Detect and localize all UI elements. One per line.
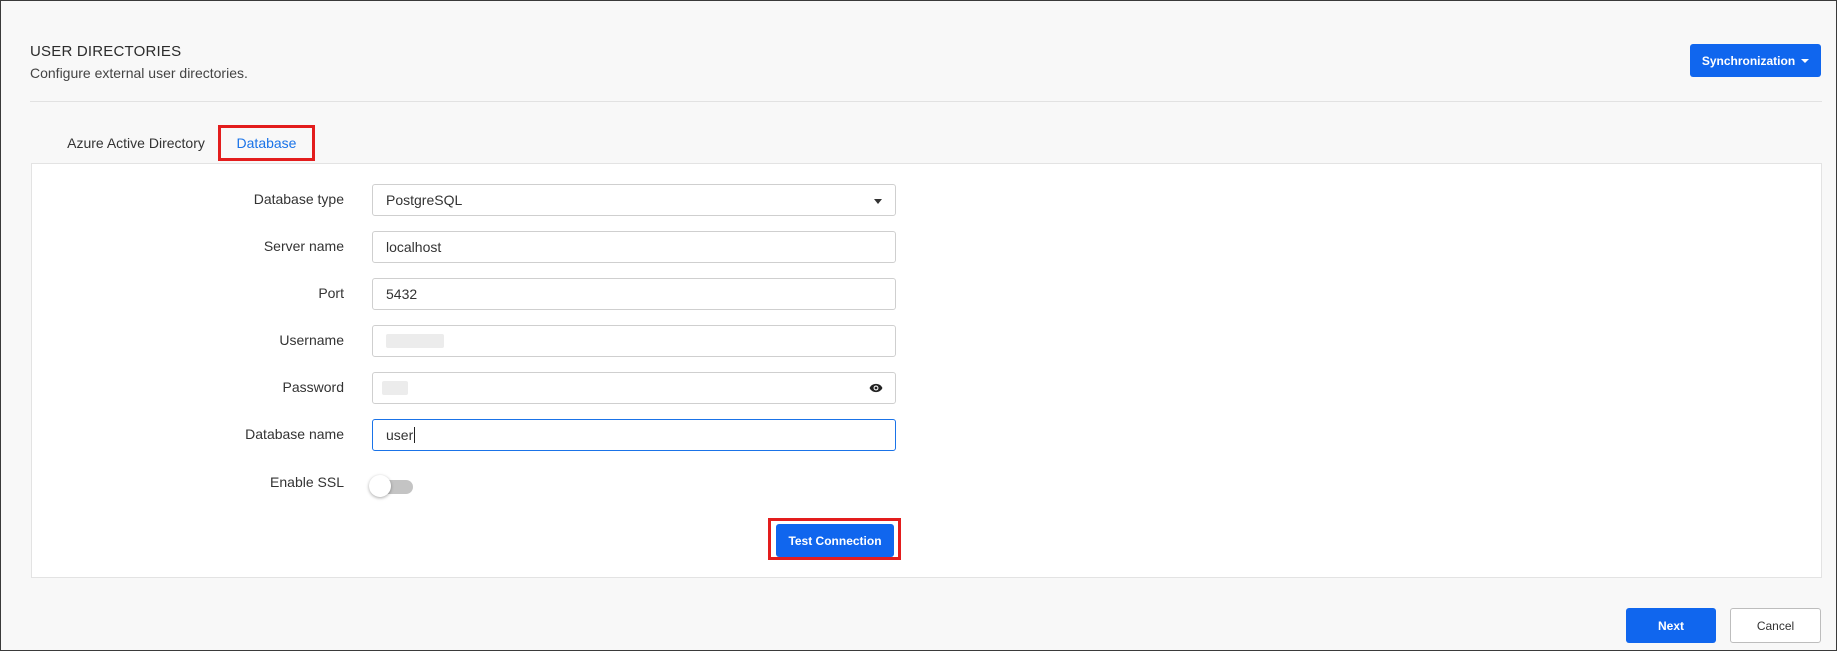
- app-frame: USER DIRECTORIES Configure external user…: [0, 0, 1837, 651]
- database-form-panel: [31, 163, 1822, 578]
- synchronization-label: Synchronization: [1701, 53, 1796, 68]
- username-label: Username: [279, 332, 344, 348]
- password-redacted-value: [382, 381, 408, 395]
- page-title: USER DIRECTORIES: [30, 43, 182, 60]
- port-input[interactable]: 5432: [372, 278, 896, 310]
- tab-database[interactable]: Database: [218, 125, 315, 161]
- password-label: Password: [282, 379, 344, 395]
- page-subtitle: Configure external user directories.: [30, 65, 248, 81]
- database-type-label: Database type: [253, 191, 344, 207]
- database-name-input[interactable]: user: [372, 419, 896, 451]
- eye-icon[interactable]: [869, 382, 883, 394]
- port-value: 5432: [386, 286, 418, 302]
- password-input[interactable]: [372, 372, 896, 404]
- test-connection-button[interactable]: Test Connection: [776, 524, 894, 557]
- port-label: Port: [318, 285, 344, 301]
- chevron-down-icon: [1801, 59, 1810, 63]
- username-redacted-value: [386, 334, 444, 348]
- tab-azure-active-directory[interactable]: Azure Active Directory: [59, 125, 213, 161]
- database-name-label: Database name: [245, 426, 344, 442]
- text-cursor: [414, 427, 416, 443]
- database-name-value: user: [386, 427, 414, 443]
- header-divider: [30, 101, 1822, 102]
- enable-ssl-toggle[interactable]: [369, 474, 415, 498]
- enable-ssl-label: Enable SSL: [270, 474, 344, 490]
- server-name-label: Server name: [263, 238, 344, 254]
- cancel-button[interactable]: Cancel: [1730, 608, 1821, 643]
- dropdown-caret-icon: [874, 199, 882, 204]
- database-type-select[interactable]: PostgreSQL: [372, 184, 896, 216]
- server-name-input[interactable]: localhost: [372, 231, 896, 263]
- server-name-value: localhost: [386, 239, 442, 255]
- username-input[interactable]: [372, 325, 896, 357]
- database-type-value: PostgreSQL: [386, 192, 463, 208]
- next-button[interactable]: Next: [1626, 608, 1716, 643]
- synchronization-button[interactable]: Synchronization: [1690, 44, 1821, 77]
- toggle-knob: [369, 475, 391, 497]
